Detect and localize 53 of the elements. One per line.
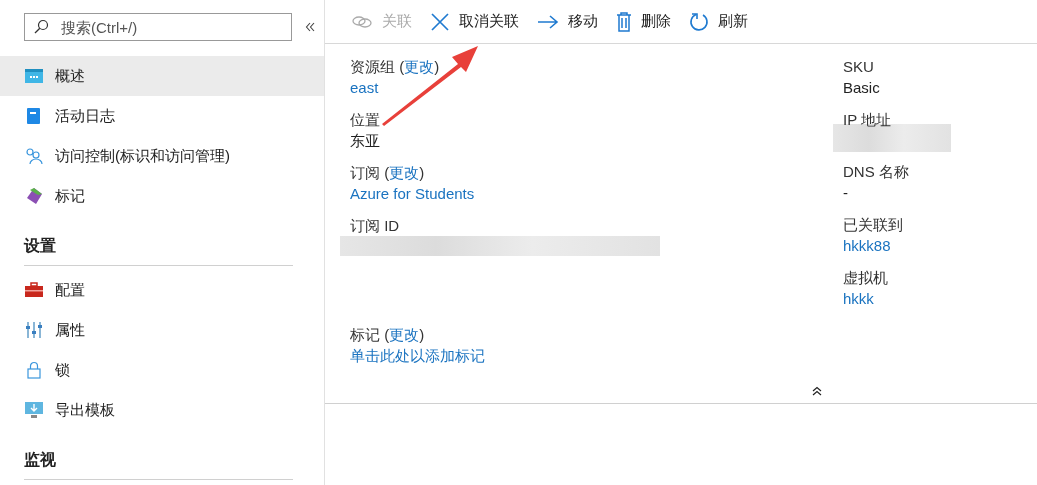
field-label: 订阅 ( — [350, 164, 390, 181]
change-link[interactable]: 更改 — [389, 326, 420, 343]
sidebar-item[interactable]: 访问控制(标识和访问管理) — [0, 136, 324, 176]
collapse-up-icon[interactable] — [811, 385, 823, 397]
sidebar-item[interactable]: 属性 — [0, 310, 324, 350]
sliders-icon — [24, 321, 44, 339]
section-heading: 设置 — [24, 236, 293, 266]
toolbar-button[interactable]: 移动 — [537, 12, 598, 31]
monitor-icon — [24, 401, 44, 419]
field-label: 位置 — [350, 111, 380, 128]
field-value: 东亚 — [350, 131, 381, 151]
field-label: DNS 名称 — [843, 163, 909, 180]
lock-icon — [24, 361, 44, 379]
trash-icon — [616, 11, 632, 32]
sidebar-item[interactable]: 导出模板 — [0, 390, 324, 430]
toolbar-button[interactable]: 取消关联 — [430, 11, 519, 32]
field-label: 标记 ( — [350, 326, 390, 343]
people-icon — [24, 147, 44, 165]
search-icon — [33, 19, 49, 35]
toolbar-button[interactable]: 删除 — [616, 11, 671, 32]
tag-icon — [24, 187, 44, 205]
change-link[interactable]: 更改 — [404, 58, 435, 75]
search-field[interactable]: 搜索(Ctrl+/) — [24, 13, 292, 41]
sidebar-item[interactable]: 概述 — [0, 56, 324, 96]
field-label: 资源组 ( — [350, 58, 405, 75]
field-value: - — [843, 183, 849, 203]
field-value-link[interactable]: east — [350, 77, 843, 98]
field-label: SKU — [843, 58, 874, 75]
field-label: ) — [419, 326, 425, 343]
field-label: 虚拟机 — [843, 269, 888, 286]
collapse-icon[interactable] — [304, 21, 316, 33]
toolbox-icon — [24, 282, 44, 298]
field-label: 已关联到 — [843, 216, 903, 233]
close-icon — [430, 11, 450, 32]
arrow-icon — [537, 13, 559, 30]
sidebar-item[interactable]: 配置 — [0, 270, 324, 310]
sidebar-item[interactable]: 标记 — [0, 176, 324, 216]
sidebar-item[interactable]: 锁 — [0, 350, 324, 390]
field-label: ) — [434, 58, 440, 75]
field-value-link[interactable]: Azure for Students — [350, 183, 843, 204]
toolbar-button[interactable]: 刷新 — [689, 11, 748, 32]
refresh-icon — [689, 11, 709, 32]
field-value-link[interactable]: hkkk88 — [843, 235, 1023, 256]
field-value-link[interactable]: hkkk — [843, 288, 1023, 309]
field-label: 订阅 ID — [350, 217, 400, 234]
section-heading: 监视 — [24, 450, 293, 480]
field-value: Basic — [843, 78, 881, 98]
window-icon — [24, 68, 44, 84]
sidebar-item[interactable]: 活动日志 — [0, 96, 324, 136]
field-label: IP 地址 — [843, 111, 892, 128]
change-link[interactable]: 更改 — [389, 164, 420, 181]
field-label: ) — [419, 164, 425, 181]
add-tags-link[interactable]: 单击此处以添加标记 — [350, 345, 1037, 366]
